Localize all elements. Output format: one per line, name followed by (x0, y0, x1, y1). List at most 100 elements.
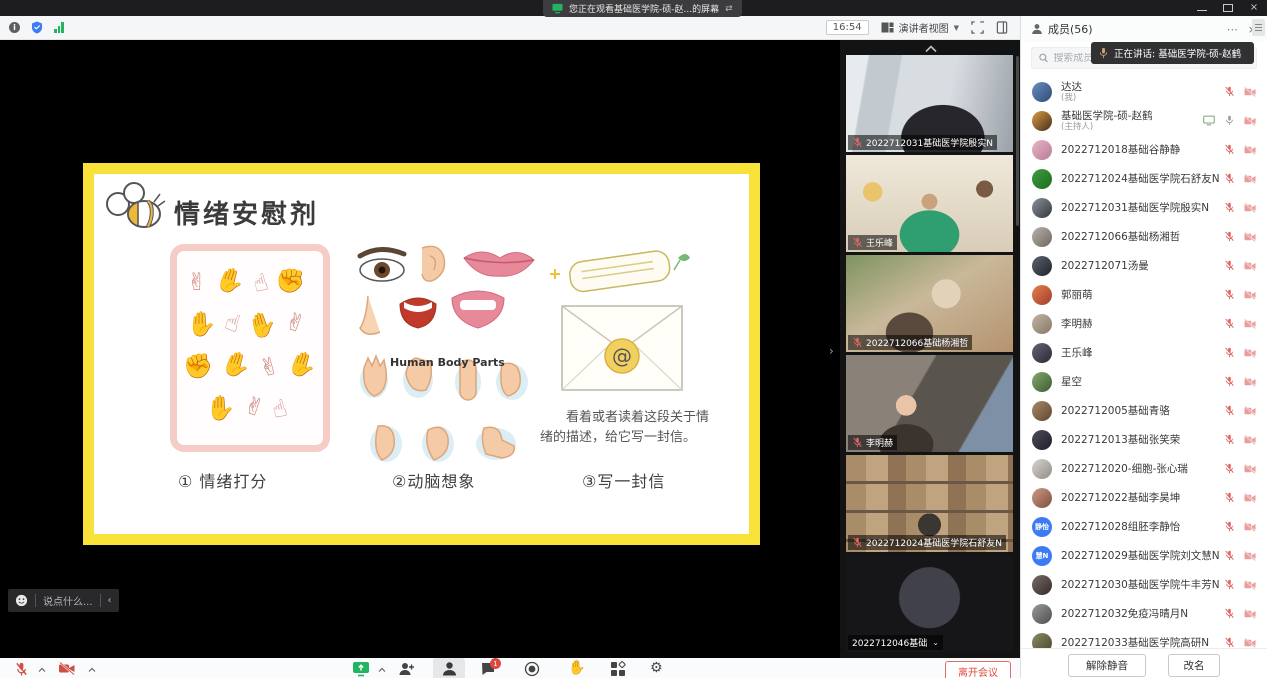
cam-off-icon[interactable] (1244, 609, 1256, 619)
invite-member-button[interactable] (398, 661, 415, 677)
cam-off-icon[interactable] (1244, 290, 1256, 300)
member-row[interactable]: 2022712024基础医学院石舒友N (1021, 164, 1267, 193)
mic-off-icon[interactable] (1224, 318, 1235, 329)
video-tile[interactable]: 李明赫 (846, 355, 1013, 452)
member-row[interactable]: 2022712020-细胞-张心瑞 (1021, 454, 1267, 483)
mic-on-icon[interactable] (1224, 115, 1235, 126)
cam-off-icon[interactable] (1244, 348, 1256, 358)
unmute-button[interactable]: 解除静音 (1068, 654, 1146, 677)
member-row[interactable]: 2022712032免疫冯晴月N (1021, 599, 1267, 628)
mic-off-icon[interactable] (1224, 579, 1235, 590)
mic-off-icon[interactable] (1224, 347, 1235, 358)
member-row[interactable]: 2022712066基础杨湘哲 (1021, 222, 1267, 251)
cam-off-icon[interactable] (1244, 638, 1256, 648)
rename-button[interactable]: 改名 (1168, 654, 1220, 677)
apps-button[interactable] (610, 661, 626, 677)
view-mode-selector[interactable]: 演讲者视图 ▼ (881, 20, 959, 35)
raise-hand-button[interactable]: ✋ (568, 661, 585, 676)
mic-off-icon[interactable] (1224, 260, 1235, 271)
member-row[interactable]: 李明赫 (1021, 309, 1267, 338)
meeting-info-icon[interactable]: i (9, 22, 20, 33)
mic-off-icon[interactable] (1224, 144, 1235, 155)
member-row[interactable]: 达达 (我) (1021, 77, 1267, 106)
cam-off-icon[interactable] (1244, 493, 1256, 503)
member-row[interactable]: 2022712033基础医学院高研N (1021, 628, 1267, 648)
member-row[interactable]: 2022712013基础张笑荣 (1021, 425, 1267, 454)
mic-off-icon[interactable] (1224, 434, 1235, 445)
chat-input-hint[interactable]: 说点什么... (43, 593, 93, 608)
cam-off-icon[interactable] (1244, 522, 1256, 532)
mic-off-icon[interactable] (1224, 376, 1235, 387)
member-row[interactable]: 2022712022基础李昊坤 (1021, 483, 1267, 512)
member-row[interactable]: 2022712005基础青骆 (1021, 396, 1267, 425)
close-button[interactable]: × (1249, 3, 1259, 13)
emoji-icon[interactable] (15, 594, 28, 607)
member-row[interactable]: 静怡 2022712028组胚李静怡 (1021, 512, 1267, 541)
microphone-muted-button[interactable] (14, 661, 29, 677)
caret-button[interactable] (378, 661, 386, 673)
mic-off-icon[interactable] (1224, 202, 1235, 213)
cam-off-icon[interactable] (1244, 203, 1256, 213)
panel-handle-icon[interactable] (1252, 19, 1265, 36)
member-row[interactable]: 星空 (1021, 367, 1267, 396)
record-button[interactable] (524, 661, 540, 677)
caret-button[interactable] (38, 661, 46, 673)
cam-off-icon[interactable] (1244, 116, 1256, 126)
member-row[interactable]: 2022712071汤曼 (1021, 251, 1267, 280)
cam-off-icon[interactable] (1244, 261, 1256, 271)
cam-off-icon[interactable] (1244, 377, 1256, 387)
cam-off-icon[interactable] (1244, 87, 1256, 97)
mic-off-icon[interactable] (1224, 86, 1235, 97)
settings-button[interactable]: ⚙ (650, 661, 663, 676)
cam-off-icon[interactable] (1244, 232, 1256, 242)
member-row[interactable]: 慧N 2022712029基础医学院刘文慧N (1021, 541, 1267, 570)
video-tile[interactable]: 王乐峰 (846, 155, 1013, 252)
strip-scroll-up-button[interactable] (846, 42, 1016, 55)
chevron-down-icon[interactable]: ⌄ (932, 638, 939, 647)
fullscreen-icon[interactable] (971, 21, 984, 34)
caret-button[interactable] (88, 661, 96, 673)
member-row[interactable]: 郭丽萌 (1021, 280, 1267, 309)
mic-off-icon[interactable] (1224, 550, 1235, 561)
collapse-strip-icon[interactable]: › (829, 344, 834, 358)
camera-off-button[interactable] (58, 661, 76, 676)
member-row[interactable]: 基础医学院-硕-赵鹤 (主持人) (1021, 106, 1267, 135)
cam-off-icon[interactable] (1244, 319, 1256, 329)
mic-off-icon[interactable] (1224, 463, 1235, 474)
cam-off-icon[interactable] (1244, 551, 1256, 561)
video-tile[interactable]: 2022712024基础医学院石舒友N (846, 455, 1013, 552)
mic-off-icon[interactable] (1224, 521, 1235, 532)
member-row[interactable]: 王乐峰 (1021, 338, 1267, 367)
video-tile[interactable]: 2022712046基础 ⌄ (846, 555, 1013, 652)
cam-off-icon[interactable] (1244, 464, 1256, 474)
mic-off-icon[interactable] (1224, 173, 1235, 184)
video-tile[interactable]: 2022712066基础杨湘哲 (846, 255, 1013, 352)
mic-off-icon[interactable] (1224, 231, 1235, 242)
minimize-button[interactable] (1197, 5, 1207, 11)
cam-off-icon[interactable] (1244, 174, 1256, 184)
mic-off-icon[interactable] (1224, 608, 1235, 619)
side-panel-icon[interactable] (996, 21, 1008, 34)
security-shield-icon[interactable] (31, 21, 43, 34)
video-tile[interactable]: 2022712031基础医学院殷实N (846, 55, 1013, 152)
cam-off-icon[interactable] (1244, 145, 1256, 155)
member-row[interactable]: 2022712018基础谷静静 (1021, 135, 1267, 164)
switch-display-icon[interactable]: ⇄ (725, 4, 733, 14)
cam-off-icon[interactable] (1244, 435, 1256, 445)
quick-chat-bar[interactable]: 说点什么... ‹ (8, 589, 119, 612)
more-options-icon[interactable]: ⋯ (1227, 23, 1238, 36)
mic-off-icon[interactable] (1224, 289, 1235, 300)
members-button[interactable] (433, 658, 465, 678)
chat-button[interactable]: 1 (480, 661, 496, 677)
network-signal-icon[interactable] (54, 22, 64, 33)
cam-off-icon[interactable] (1244, 580, 1256, 590)
leave-meeting-button[interactable]: 离开会议 (945, 661, 1011, 678)
mic-off-icon[interactable] (1224, 405, 1235, 416)
member-row[interactable]: 2022712030基础医学院牛丰芳N (1021, 570, 1267, 599)
share-screen-button[interactable] (352, 661, 370, 677)
strip-scrollbar[interactable] (1016, 56, 1019, 226)
collapse-chat-icon[interactable]: ‹ (108, 595, 112, 606)
mic-off-icon[interactable] (1224, 637, 1235, 648)
mic-off-icon[interactable] (1224, 492, 1235, 503)
cam-off-icon[interactable] (1244, 406, 1256, 416)
